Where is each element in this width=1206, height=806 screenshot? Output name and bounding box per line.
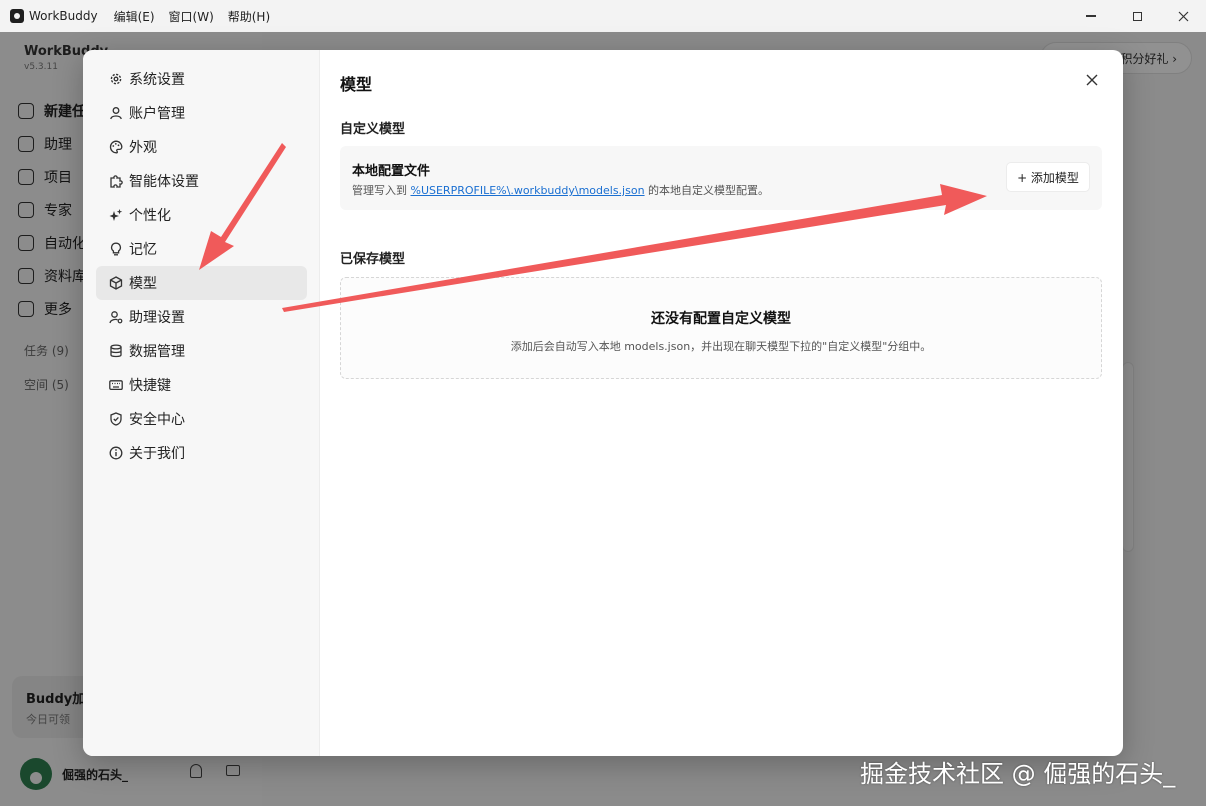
settings-nav-shortcuts[interactable]: 快捷键 [96, 368, 307, 402]
minimize-button[interactable] [1068, 0, 1114, 32]
cube-icon [109, 276, 123, 290]
watermark: 掘金技术社区 @ 倔强的石头_ [860, 760, 1176, 788]
info-icon [109, 446, 123, 460]
settings-nav-agent[interactable]: 智能体设置 [96, 164, 307, 198]
settings-nav-memory[interactable]: 记忆 [96, 232, 307, 266]
database-icon [109, 344, 123, 358]
saved-models-heading: 已保存模型 [340, 252, 406, 267]
settings-dialog: 系统设置 账户管理 外观 智能体设置 个性化 记忆 模型 助理设置 数据管理 快… [83, 50, 1123, 756]
user-icon [109, 106, 123, 120]
config-description: 管理写入到 %USERPROFILE%\.workbuddy\models.js… [352, 184, 770, 197]
window-close-button[interactable] [1160, 0, 1206, 32]
local-config-card: 本地配置文件 管理写入到 %USERPROFILE%\.workbuddy\mo… [340, 146, 1102, 210]
sparkles-icon [109, 208, 123, 222]
settings-nav-data[interactable]: 数据管理 [96, 334, 307, 368]
lightbulb-icon [109, 242, 123, 256]
menu-edit[interactable]: 编辑(E) [114, 8, 155, 25]
settings-nav-models[interactable]: 模型 [96, 266, 307, 300]
empty-state: 还没有配置自定义模型 添加后会自动写入本地 models.json，并出现在聊天… [340, 277, 1102, 379]
app-name: WorkBuddy [29, 9, 98, 23]
gear-icon [109, 72, 123, 86]
settings-content: 模型 自定义模型 本地配置文件 管理写入到 %USERPROFILE%\.wor… [320, 50, 1123, 756]
maximize-button[interactable] [1114, 0, 1160, 32]
empty-state-title: 还没有配置自定义模型 [651, 311, 791, 327]
settings-nav-security[interactable]: 安全中心 [96, 402, 307, 436]
maximize-icon [1132, 11, 1142, 21]
settings-nav-account[interactable]: 账户管理 [96, 96, 307, 130]
empty-state-description: 添加后会自动写入本地 models.json，并出现在聊天模型下拉的"自定义模型… [510, 340, 932, 353]
puzzle-icon [109, 174, 123, 188]
keyboard-icon [109, 378, 123, 392]
custom-models-heading: 自定义模型 [340, 122, 406, 137]
minimize-icon [1086, 15, 1096, 17]
close-icon [1178, 11, 1188, 21]
settings-sidebar: 系统设置 账户管理 外观 智能体设置 个性化 记忆 模型 助理设置 数据管理 快… [83, 50, 320, 756]
settings-nav-assistant[interactable]: 助理设置 [96, 300, 307, 334]
shield-icon [109, 412, 123, 426]
user-settings-icon [109, 310, 123, 324]
menu-window[interactable]: 窗口(W) [169, 8, 214, 25]
settings-nav: 系统设置 账户管理 外观 智能体设置 个性化 记忆 模型 助理设置 数据管理 快… [96, 62, 307, 470]
add-model-button[interactable]: + 添加模型 [1006, 162, 1090, 192]
menu-help[interactable]: 帮助(H) [228, 8, 270, 25]
settings-nav-appearance[interactable]: 外观 [96, 130, 307, 164]
palette-icon [109, 140, 123, 154]
close-icon [1086, 74, 1098, 86]
settings-nav-about[interactable]: 关于我们 [96, 436, 307, 470]
config-title: 本地配置文件 [352, 164, 431, 179]
title-bar: WorkBuddy 编辑(E) 窗口(W) 帮助(H) [0, 0, 1206, 32]
settings-nav-personalize[interactable]: 个性化 [96, 198, 307, 232]
app-logo-icon [10, 9, 24, 23]
config-path-link[interactable]: %USERPROFILE%\.workbuddy\models.json [411, 184, 645, 197]
page-title: 模型 [340, 75, 373, 94]
settings-nav-system[interactable]: 系统设置 [96, 62, 307, 96]
dialog-close-button[interactable] [1080, 68, 1104, 92]
